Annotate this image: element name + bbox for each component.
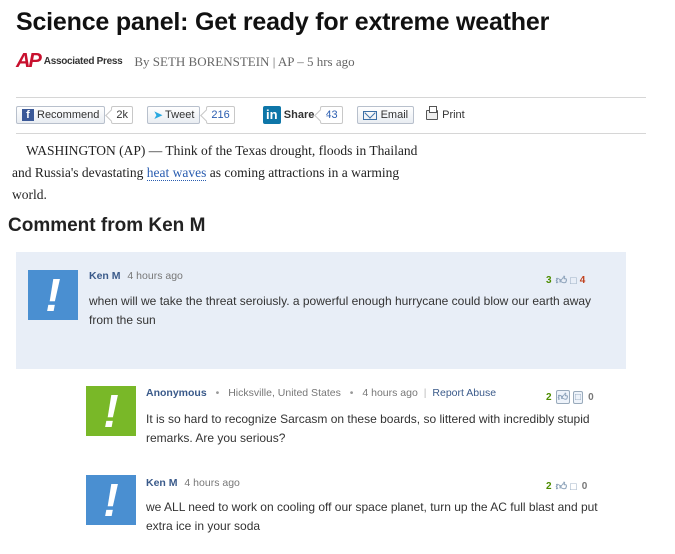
ap-logo-name: Associated Press — [43, 56, 123, 67]
comment-votes: 2 👍︎ □ 0 — [546, 480, 588, 494]
reply-bubble-icon[interactable]: □ — [570, 275, 577, 287]
byline-row: AP Associated Press By SETH BORENSTEIN |… — [16, 50, 355, 73]
comment-votes: 2 👍︎ □ 0 — [546, 390, 594, 404]
divider — [16, 133, 646, 134]
email-button[interactable]: Email — [356, 106, 415, 124]
comment-text: when will we take the threat seroiusly. … — [89, 294, 592, 327]
comment-location: Hicksville, United States — [228, 387, 341, 399]
comment-meta: Anonymous • Hicksville, United States • … — [146, 387, 496, 399]
report-abuse-link[interactable]: Report Abuse — [432, 387, 496, 399]
comment-time: 4 hours ago — [184, 477, 240, 489]
upvote-count: 2 — [546, 481, 552, 492]
reply-bubble-icon[interactable]: □ — [573, 390, 584, 404]
tweet-count: 216 — [206, 106, 235, 124]
comment-text: It is so hard to recognize Sarcasm on th… — [146, 412, 590, 445]
email-label: Email — [380, 109, 409, 121]
print-button[interactable]: Print — [426, 106, 465, 121]
comment-text: we ALL need to work on cooling off our s… — [146, 500, 598, 533]
comments-section-title: Comment from Ken M — [8, 215, 206, 236]
printer-icon — [426, 106, 439, 120]
thumbs-up-icon[interactable]: 👍︎ — [556, 480, 568, 493]
byline: By SETH BORENSTEIN | AP – 5 hrs ago — [134, 53, 355, 69]
comment-author[interactable]: Ken M — [89, 270, 121, 282]
comment-meta: Ken M 4 hours ago — [146, 477, 240, 489]
upvote-count: 2 — [546, 391, 552, 403]
comment-meta: Ken M 4 hours ago — [89, 270, 183, 282]
linkedin-count: 43 — [320, 106, 343, 124]
twitter-bird-icon: ➤ — [152, 108, 164, 122]
heat-waves-link[interactable]: heat waves — [146, 165, 207, 181]
facebook-icon: f — [22, 109, 34, 121]
tweet-button[interactable]: ➤ Tweet — [146, 106, 201, 124]
comment-author[interactable]: Anonymous — [146, 387, 207, 399]
comment-votes: 3 👍︎ □ 4 — [546, 274, 586, 288]
separator-dot: • — [349, 387, 354, 399]
upvote-count: 3 — [546, 275, 552, 286]
linkedin-icon: in — [262, 106, 281, 124]
downvote-count: 0 — [581, 481, 588, 492]
divider — [16, 97, 646, 98]
comment-author[interactable]: Ken M — [146, 477, 178, 489]
downvote-count: 0 — [588, 391, 594, 403]
downvote-count: 4 — [579, 275, 586, 286]
recommend-count: 2k — [111, 106, 133, 124]
avatar-icon[interactable]: ! — [28, 270, 78, 320]
recommend-button[interactable]: f Recommend — [16, 106, 106, 124]
linkedin-share-label: Share — [283, 109, 315, 121]
separator-dot: • — [215, 387, 220, 399]
separator-bar: | — [423, 387, 427, 399]
comment-time: 4 hours ago — [362, 387, 418, 399]
linkedin-share-button[interactable]: in Share — [262, 106, 315, 124]
thumbs-up-icon[interactable]: 👍︎ — [556, 274, 568, 287]
avatar-icon[interactable]: ! — [86, 386, 136, 436]
reply-bubble-icon[interactable]: □ — [570, 481, 577, 493]
comment-time: 4 hours ago — [127, 270, 183, 282]
avatar-icon[interactable]: ! — [86, 475, 136, 525]
recommend-label: Recommend — [37, 109, 100, 121]
envelope-icon — [362, 110, 377, 120]
tweet-label: Tweet — [165, 109, 195, 121]
article-headline: Science panel: Get ready for extreme wea… — [16, 8, 550, 36]
share-toolbar: f Recommend 2k ➤ Tweet 216 in Share 43 E… — [16, 104, 465, 126]
ap-logo[interactable]: AP Associated Press — [16, 50, 123, 73]
thumbs-up-icon[interactable]: 👍︎ — [555, 390, 571, 404]
ap-logo-mark: AP — [16, 50, 42, 72]
print-label: Print — [442, 109, 465, 121]
article-body: WASHINGTON (AP) — Think of the Texas dro… — [12, 140, 437, 206]
